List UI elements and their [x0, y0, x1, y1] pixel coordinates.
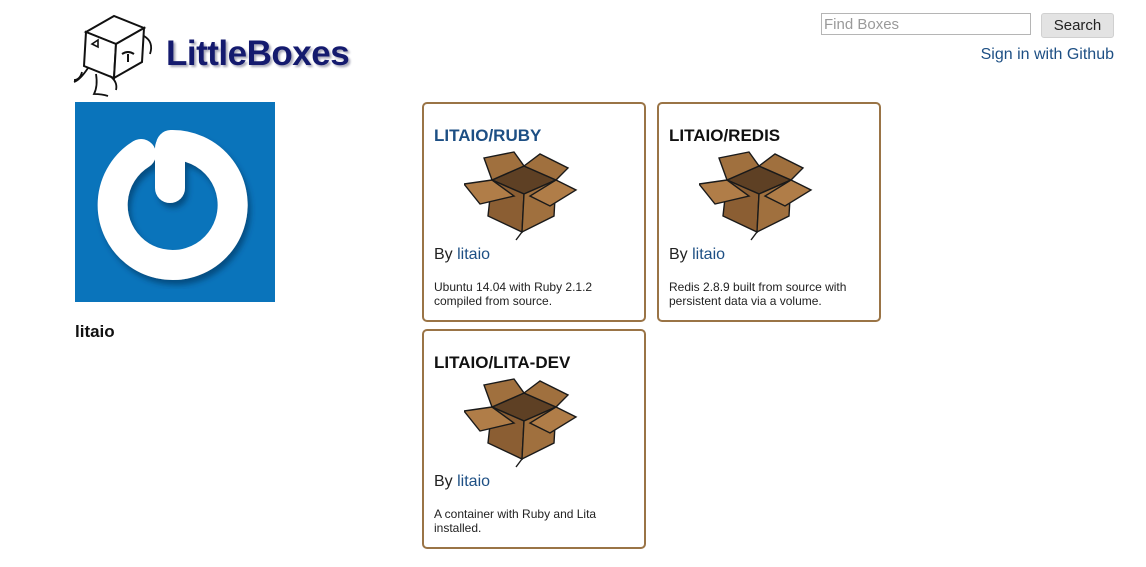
cardboard-box-icon [464, 378, 577, 468]
box-author-line: By litaio [434, 246, 490, 264]
box-title[interactable]: LITAIO/REDIS [669, 126, 780, 146]
user-avatar [75, 102, 275, 302]
site-logo[interactable]: LittleBoxes [72, 10, 362, 100]
box-description: Redis 2.8.9 built from source with persi… [669, 280, 847, 308]
author-link[interactable]: litaio [457, 246, 490, 263]
box-title[interactable]: LITAIO/LITA-DEV [434, 353, 570, 373]
box-mascot-icon [73, 14, 153, 97]
cardboard-box-icon [699, 151, 812, 241]
box-description: A container with Ruby and Lita installed… [434, 507, 597, 535]
by-label: By [669, 246, 688, 263]
cardboard-box-icon [464, 151, 577, 241]
search-input[interactable] [821, 13, 1031, 35]
box-title-link[interactable]: LITAIO/RUBY [434, 126, 541, 146]
box-author-line: By litaio [669, 246, 725, 264]
box-card[interactable]: LITAIO/REDIS By litaio Redis 2.8.9 built… [657, 102, 881, 322]
box-card[interactable]: LITAIO/LITA-DEV By litaio A container wi… [422, 329, 646, 549]
box-author-line: By litaio [434, 473, 490, 491]
site-title: LittleBoxes [166, 34, 350, 73]
author-link[interactable]: litaio [692, 246, 725, 263]
box-description: Ubuntu 14.04 with Ruby 2.1.2 compiled fr… [434, 280, 593, 308]
by-label: By [434, 246, 453, 263]
by-label: By [434, 473, 453, 490]
box-card[interactable]: LITAIO/RUBY By litaio Ubuntu 14.04 with … [422, 102, 646, 322]
github-signin-link[interactable]: Sign in with Github [981, 46, 1114, 64]
profile-username: litaio [75, 322, 115, 341]
search-button[interactable]: Search [1041, 13, 1114, 38]
author-link[interactable]: litaio [457, 473, 490, 490]
